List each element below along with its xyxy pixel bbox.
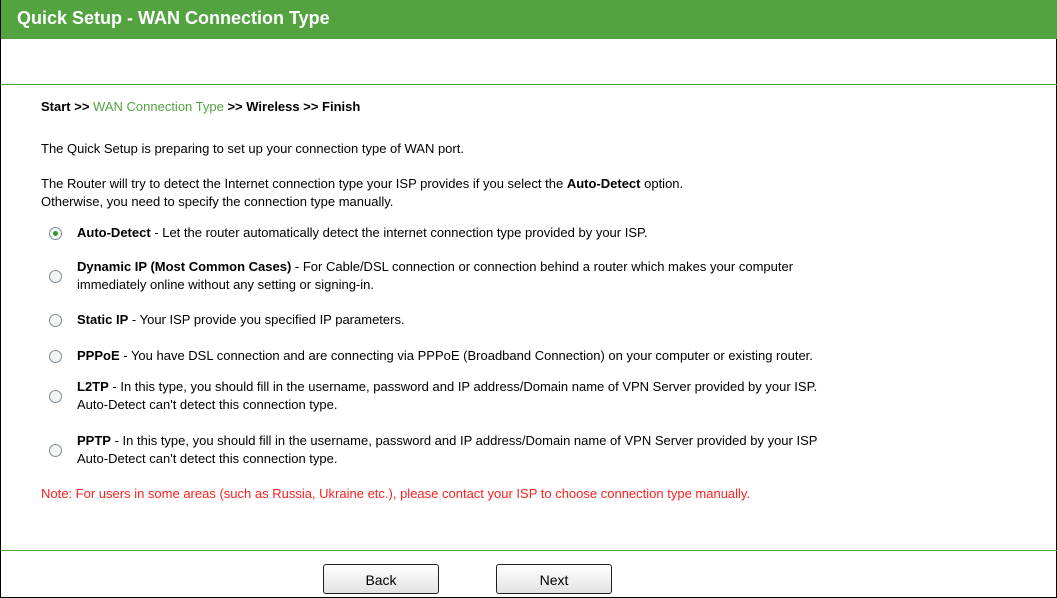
option-pppoe[interactable]: PPPoE - You have DSL connection and are … bbox=[49, 346, 1054, 366]
option-name: Auto-Detect bbox=[77, 225, 151, 240]
option-l2tp[interactable]: L2TP - In this type, you should fill in … bbox=[49, 377, 1054, 415]
option-auto-detect[interactable]: Auto-Detect - Let the router automatical… bbox=[49, 223, 1054, 243]
option-name: Dynamic IP (Most Common Cases) bbox=[77, 259, 292, 274]
bottom-divider bbox=[1, 550, 1057, 551]
option-desc: - In this type, you should fill in the u… bbox=[110, 433, 818, 448]
option-label: Auto-Detect - Let the router automatical… bbox=[77, 224, 1054, 242]
radio-pppoe[interactable] bbox=[49, 350, 62, 363]
option-label: Static IP - Your ISP provide you specifi… bbox=[77, 311, 1054, 329]
option-desc-line2: Auto-Detect can't detect this connection… bbox=[77, 397, 338, 412]
top-divider bbox=[1, 84, 1057, 85]
option-desc-line2: immediately online without any setting o… bbox=[77, 277, 374, 292]
option-label: L2TP - In this type, you should fill in … bbox=[77, 378, 1054, 414]
option-label: PPPoE - You have DSL connection and are … bbox=[77, 347, 1054, 365]
breadcrumb-finish: Finish bbox=[322, 99, 361, 114]
option-desc: - For Cable/DSL connection or connection… bbox=[291, 259, 794, 274]
setup-panel: Quick Setup - WAN Connection Type Start … bbox=[0, 0, 1057, 598]
breadcrumb-separator: >> bbox=[70, 99, 94, 114]
option-dynamic-ip[interactable]: Dynamic IP (Most Common Cases) - For Cab… bbox=[49, 257, 1054, 295]
detect-info-bold: Auto-Detect bbox=[566, 176, 641, 191]
option-pptp[interactable]: PPTP - In this type, you should fill in … bbox=[49, 431, 1054, 469]
option-label: Dynamic IP (Most Common Cases) - For Cab… bbox=[77, 258, 1054, 294]
detect-info-suffix: option. bbox=[640, 176, 684, 191]
breadcrumb-start: Start bbox=[41, 99, 71, 114]
radio-pptp[interactable] bbox=[49, 444, 62, 457]
breadcrumb-current: WAN Connection Type bbox=[93, 99, 224, 114]
option-label: PPTP - In this type, you should fill in … bbox=[77, 432, 1054, 468]
option-desc: - In this type, you should fill in the u… bbox=[108, 379, 818, 394]
radio-static-ip[interactable] bbox=[49, 314, 62, 327]
breadcrumb: Start >> WAN Connection Type >> Wireless… bbox=[41, 99, 360, 114]
option-name: PPTP bbox=[77, 433, 111, 448]
radio-dynamic-ip[interactable] bbox=[49, 270, 62, 283]
detect-info-line1: The Router will try to detect the Intern… bbox=[41, 176, 683, 191]
note-text: Note: For users in some areas (such as R… bbox=[41, 486, 751, 501]
option-desc-line2: Auto-Detect can't detect this connection… bbox=[77, 451, 338, 466]
option-name: Static IP bbox=[77, 312, 129, 327]
option-name: PPPoE bbox=[77, 348, 120, 363]
detect-info-prefix: The Router will try to detect the Intern… bbox=[41, 176, 567, 191]
page-title: Quick Setup - WAN Connection Type bbox=[1, 0, 1057, 39]
option-name: L2TP bbox=[77, 379, 109, 394]
option-desc: - You have DSL connection and are connec… bbox=[119, 348, 813, 363]
intro-text: The Quick Setup is preparing to set up y… bbox=[41, 141, 464, 156]
radio-auto-detect[interactable] bbox=[49, 227, 62, 240]
next-button[interactable]: Next bbox=[496, 564, 612, 594]
option-desc: - Your ISP provide you specified IP para… bbox=[128, 312, 405, 327]
back-button[interactable]: Back bbox=[323, 564, 439, 594]
option-desc: - Let the router automatically detect th… bbox=[150, 225, 648, 240]
radio-l2tp[interactable] bbox=[49, 390, 62, 403]
detect-info-line2: Otherwise, you need to specify the conne… bbox=[41, 194, 394, 209]
breadcrumb-separator: >> bbox=[223, 99, 247, 114]
breadcrumb-wireless: Wireless bbox=[246, 99, 300, 114]
breadcrumb-separator: >> bbox=[299, 99, 323, 114]
option-static-ip[interactable]: Static IP - Your ISP provide you specifi… bbox=[49, 310, 1054, 330]
